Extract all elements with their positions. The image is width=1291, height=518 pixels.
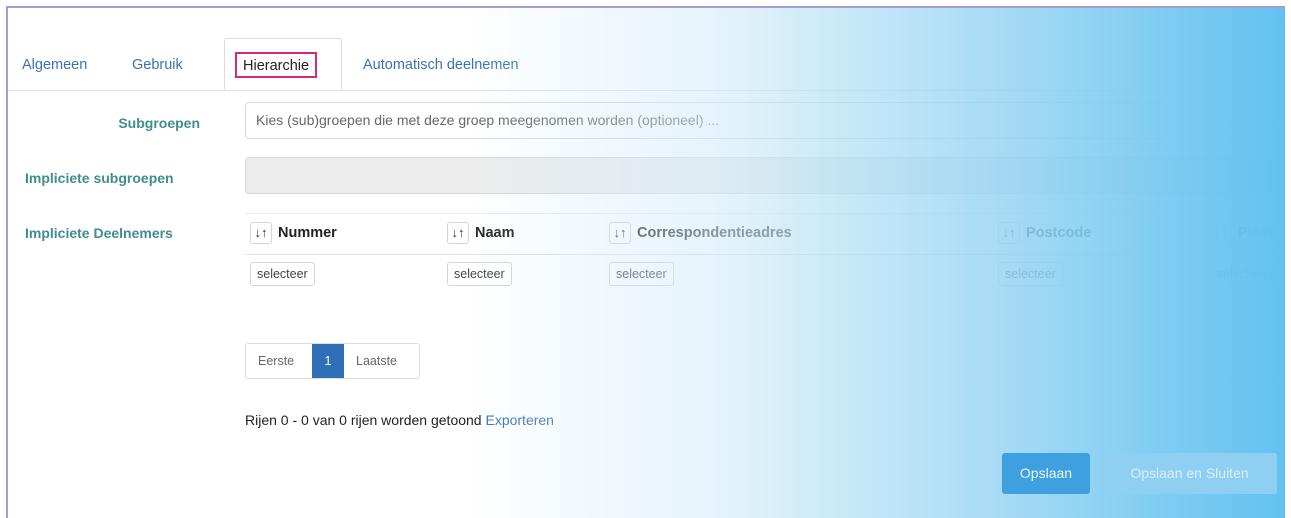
save-button[interactable]: Opslaan (1002, 453, 1090, 494)
column-header-label: Postcode (1026, 225, 1092, 241)
column-header-naam[interactable]: ↓↑ Naam (447, 220, 515, 246)
column-header-label: Nummer (278, 225, 337, 241)
rows-info-text: Rijen 0 - 0 van 0 rijen worden getoond (245, 412, 482, 428)
column-header-correspondentieadres[interactable]: ↓↑ Correspondentieadres (609, 220, 792, 246)
impliciete-deelnemers-label: Impliciete Deelnemers (25, 225, 173, 241)
sort-icon[interactable]: ↓↑ (447, 222, 469, 245)
rows-info: Rijen 0 - 0 van 0 rijen worden getoond E… (245, 412, 554, 428)
tab-hierarchie-label: Hierarchie (235, 52, 318, 78)
page-first[interactable]: Eerste (258, 344, 294, 378)
column-header-label: Correspondentieadres (637, 225, 792, 241)
sort-icon[interactable]: ↓↑ (609, 222, 631, 245)
table-top-border (245, 213, 1285, 214)
column-header-label: Naam (475, 225, 515, 241)
table-header-divider (245, 254, 1285, 255)
subgroepen-input[interactable]: Kies (sub)groepen die met deze groep mee… (245, 102, 1285, 139)
filter-select-plaats[interactable]: selecteer (1210, 262, 1275, 286)
tab-bar: Algemeen Gebruik Hierarchie Automatisch … (8, 38, 1285, 91)
dialog-frame: Algemeen Gebruik Hierarchie Automatisch … (6, 6, 1285, 518)
filter-select-naam[interactable]: selecteer (447, 262, 512, 286)
impliciete-subgroepen-field (245, 157, 1285, 194)
column-header-label: Plaats (1238, 225, 1281, 241)
tab-hierarchie[interactable]: Hierarchie (224, 38, 342, 90)
tab-gebruik[interactable]: Gebruik (132, 40, 183, 88)
filter-select-postcode[interactable]: selecteer (998, 262, 1063, 286)
column-header-plaats[interactable]: ↓↑ Plaats (1210, 220, 1281, 246)
subgroepen-label: Subgroepen (118, 115, 200, 131)
sort-icon[interactable]: ↓↑ (250, 222, 272, 245)
save-and-close-button[interactable]: Opslaan en Sluiten (1102, 453, 1277, 494)
page-current[interactable]: 1 (312, 344, 344, 378)
filter-select-nummer[interactable]: selecteer (250, 262, 315, 286)
export-link[interactable]: Exporteren (485, 412, 553, 428)
sort-icon[interactable]: ↓↑ (1210, 222, 1232, 245)
page-last[interactable]: Laatste (356, 344, 397, 378)
tab-algemeen[interactable]: Algemeen (22, 40, 87, 88)
pagination: Eerste 1 Laatste (245, 343, 420, 379)
filter-select-correspondentieadres[interactable]: selecteer (609, 262, 674, 286)
column-header-nummer[interactable]: ↓↑ Nummer (250, 220, 337, 246)
sort-icon[interactable]: ↓↑ (998, 222, 1020, 245)
impliciete-subgroepen-label: Impliciete subgroepen (25, 170, 174, 186)
tab-automatisch-deelnemen[interactable]: Automatisch deelnemen (363, 40, 519, 88)
column-header-postcode[interactable]: ↓↑ Postcode (998, 220, 1091, 246)
